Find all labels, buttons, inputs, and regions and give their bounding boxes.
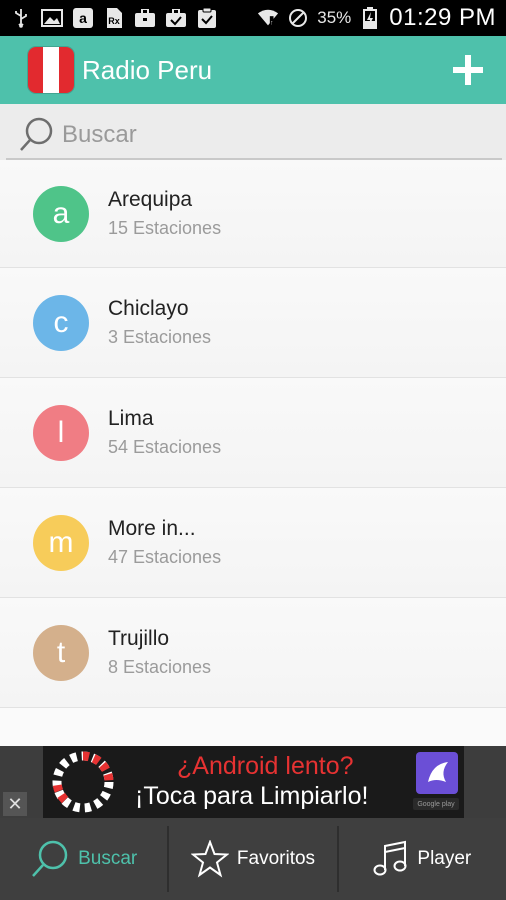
list-item[interactable]: t Trujillo 8 Estaciones bbox=[0, 598, 506, 708]
station-count: 15 Estaciones bbox=[108, 218, 222, 238]
search-icon bbox=[32, 840, 68, 877]
ad-area: ¿Android lento? ¡Toca para Limpiarlo! Go… bbox=[0, 746, 506, 818]
app-title: Radio Peru bbox=[82, 54, 213, 85]
search-input[interactable] bbox=[62, 121, 462, 149]
wifi-icon: ↑ bbox=[257, 8, 279, 28]
tab-label: Buscar bbox=[78, 848, 138, 869]
city-avatar: c bbox=[33, 294, 89, 351]
google-play-badge: Google play bbox=[413, 798, 459, 810]
list-item[interactable]: a Arequipa 15 Estaciones bbox=[0, 160, 506, 268]
battery-icon bbox=[359, 7, 381, 29]
city-avatar: l bbox=[33, 404, 89, 461]
status-bar: a Rx ↑ 35% 01:29 PM bbox=[0, 0, 506, 36]
city-list: a Arequipa 15 Estaciones c Chiclayo 3 Esta… bbox=[0, 160, 506, 746]
city-name: Lima bbox=[108, 407, 154, 430]
search-field[interactable] bbox=[6, 112, 502, 160]
briefcase-icon bbox=[134, 8, 156, 28]
list-item[interactable]: m More in... 47 Estaciones bbox=[0, 488, 506, 598]
system-icons: ↑ 35% 01:29 PM bbox=[257, 4, 496, 32]
app-bar: Radio Peru bbox=[0, 36, 506, 104]
screen: a Rx ↑ 35% 01:29 PM Radio Peru Buscar a … bbox=[0, 0, 506, 900]
clock: 01:29 PM bbox=[389, 4, 496, 31]
clipboard-check-icon bbox=[196, 8, 218, 28]
tab-favoritos[interactable]: Favoritos bbox=[169, 818, 336, 900]
briefcase-check-icon bbox=[165, 8, 187, 28]
station-count: 54 Estaciones bbox=[108, 437, 222, 457]
ad-banner[interactable]: ¿Android lento? ¡Toca para Limpiarlo! Go… bbox=[43, 746, 464, 818]
svg-text:Rx: Rx bbox=[108, 16, 120, 26]
city-avatar: m bbox=[33, 514, 89, 571]
tab-buscar[interactable]: Buscar bbox=[0, 818, 167, 900]
city-avatar: a bbox=[33, 185, 89, 242]
battery-percent: 35% bbox=[317, 8, 352, 27]
add-button[interactable] bbox=[444, 46, 492, 94]
list-item[interactable]: l Lima 54 Estaciones bbox=[0, 378, 506, 488]
city-name: Chiclayo bbox=[108, 297, 189, 320]
search-icon bbox=[20, 117, 53, 151]
close-ad-button[interactable]: ✕ bbox=[3, 792, 27, 816]
city-avatar: t bbox=[33, 624, 89, 681]
app-logo-icon bbox=[416, 752, 458, 794]
tab-player[interactable]: Player bbox=[339, 818, 506, 900]
ad-subline: ¡Toca para Limpiarlo! bbox=[135, 782, 369, 810]
svg-text:↑: ↑ bbox=[270, 19, 273, 26]
city-name: Trujillo bbox=[108, 627, 170, 650]
svg-text:a: a bbox=[79, 10, 87, 26]
city-name: More in... bbox=[108, 517, 196, 540]
do-not-disturb-icon bbox=[287, 8, 309, 28]
tab-label: Favoritos bbox=[236, 848, 316, 869]
plus-icon bbox=[453, 55, 483, 85]
station-count: 3 Estaciones bbox=[108, 327, 212, 347]
notification-icons: a Rx bbox=[10, 8, 218, 28]
station-count: 47 Estaciones bbox=[108, 547, 222, 567]
peru-flag-icon bbox=[28, 47, 74, 93]
amazon-icon: a bbox=[72, 8, 94, 28]
music-note-icon bbox=[373, 840, 407, 876]
city-name: Arequipa bbox=[108, 188, 193, 211]
speedometer-icon bbox=[52, 751, 114, 813]
rx-icon: Rx bbox=[103, 8, 125, 28]
ad-headline: ¿Android lento? bbox=[177, 752, 354, 780]
bottom-nav: Buscar Favoritos Player bbox=[0, 818, 506, 900]
tab-label: Player bbox=[417, 848, 472, 869]
usb-icon bbox=[10, 8, 32, 28]
image-icon bbox=[41, 8, 63, 28]
list-item[interactable]: c Chiclayo 3 Estaciones bbox=[0, 268, 506, 378]
station-count: 8 Estaciones bbox=[108, 657, 212, 677]
search-bar bbox=[0, 104, 506, 160]
star-icon bbox=[190, 840, 229, 878]
